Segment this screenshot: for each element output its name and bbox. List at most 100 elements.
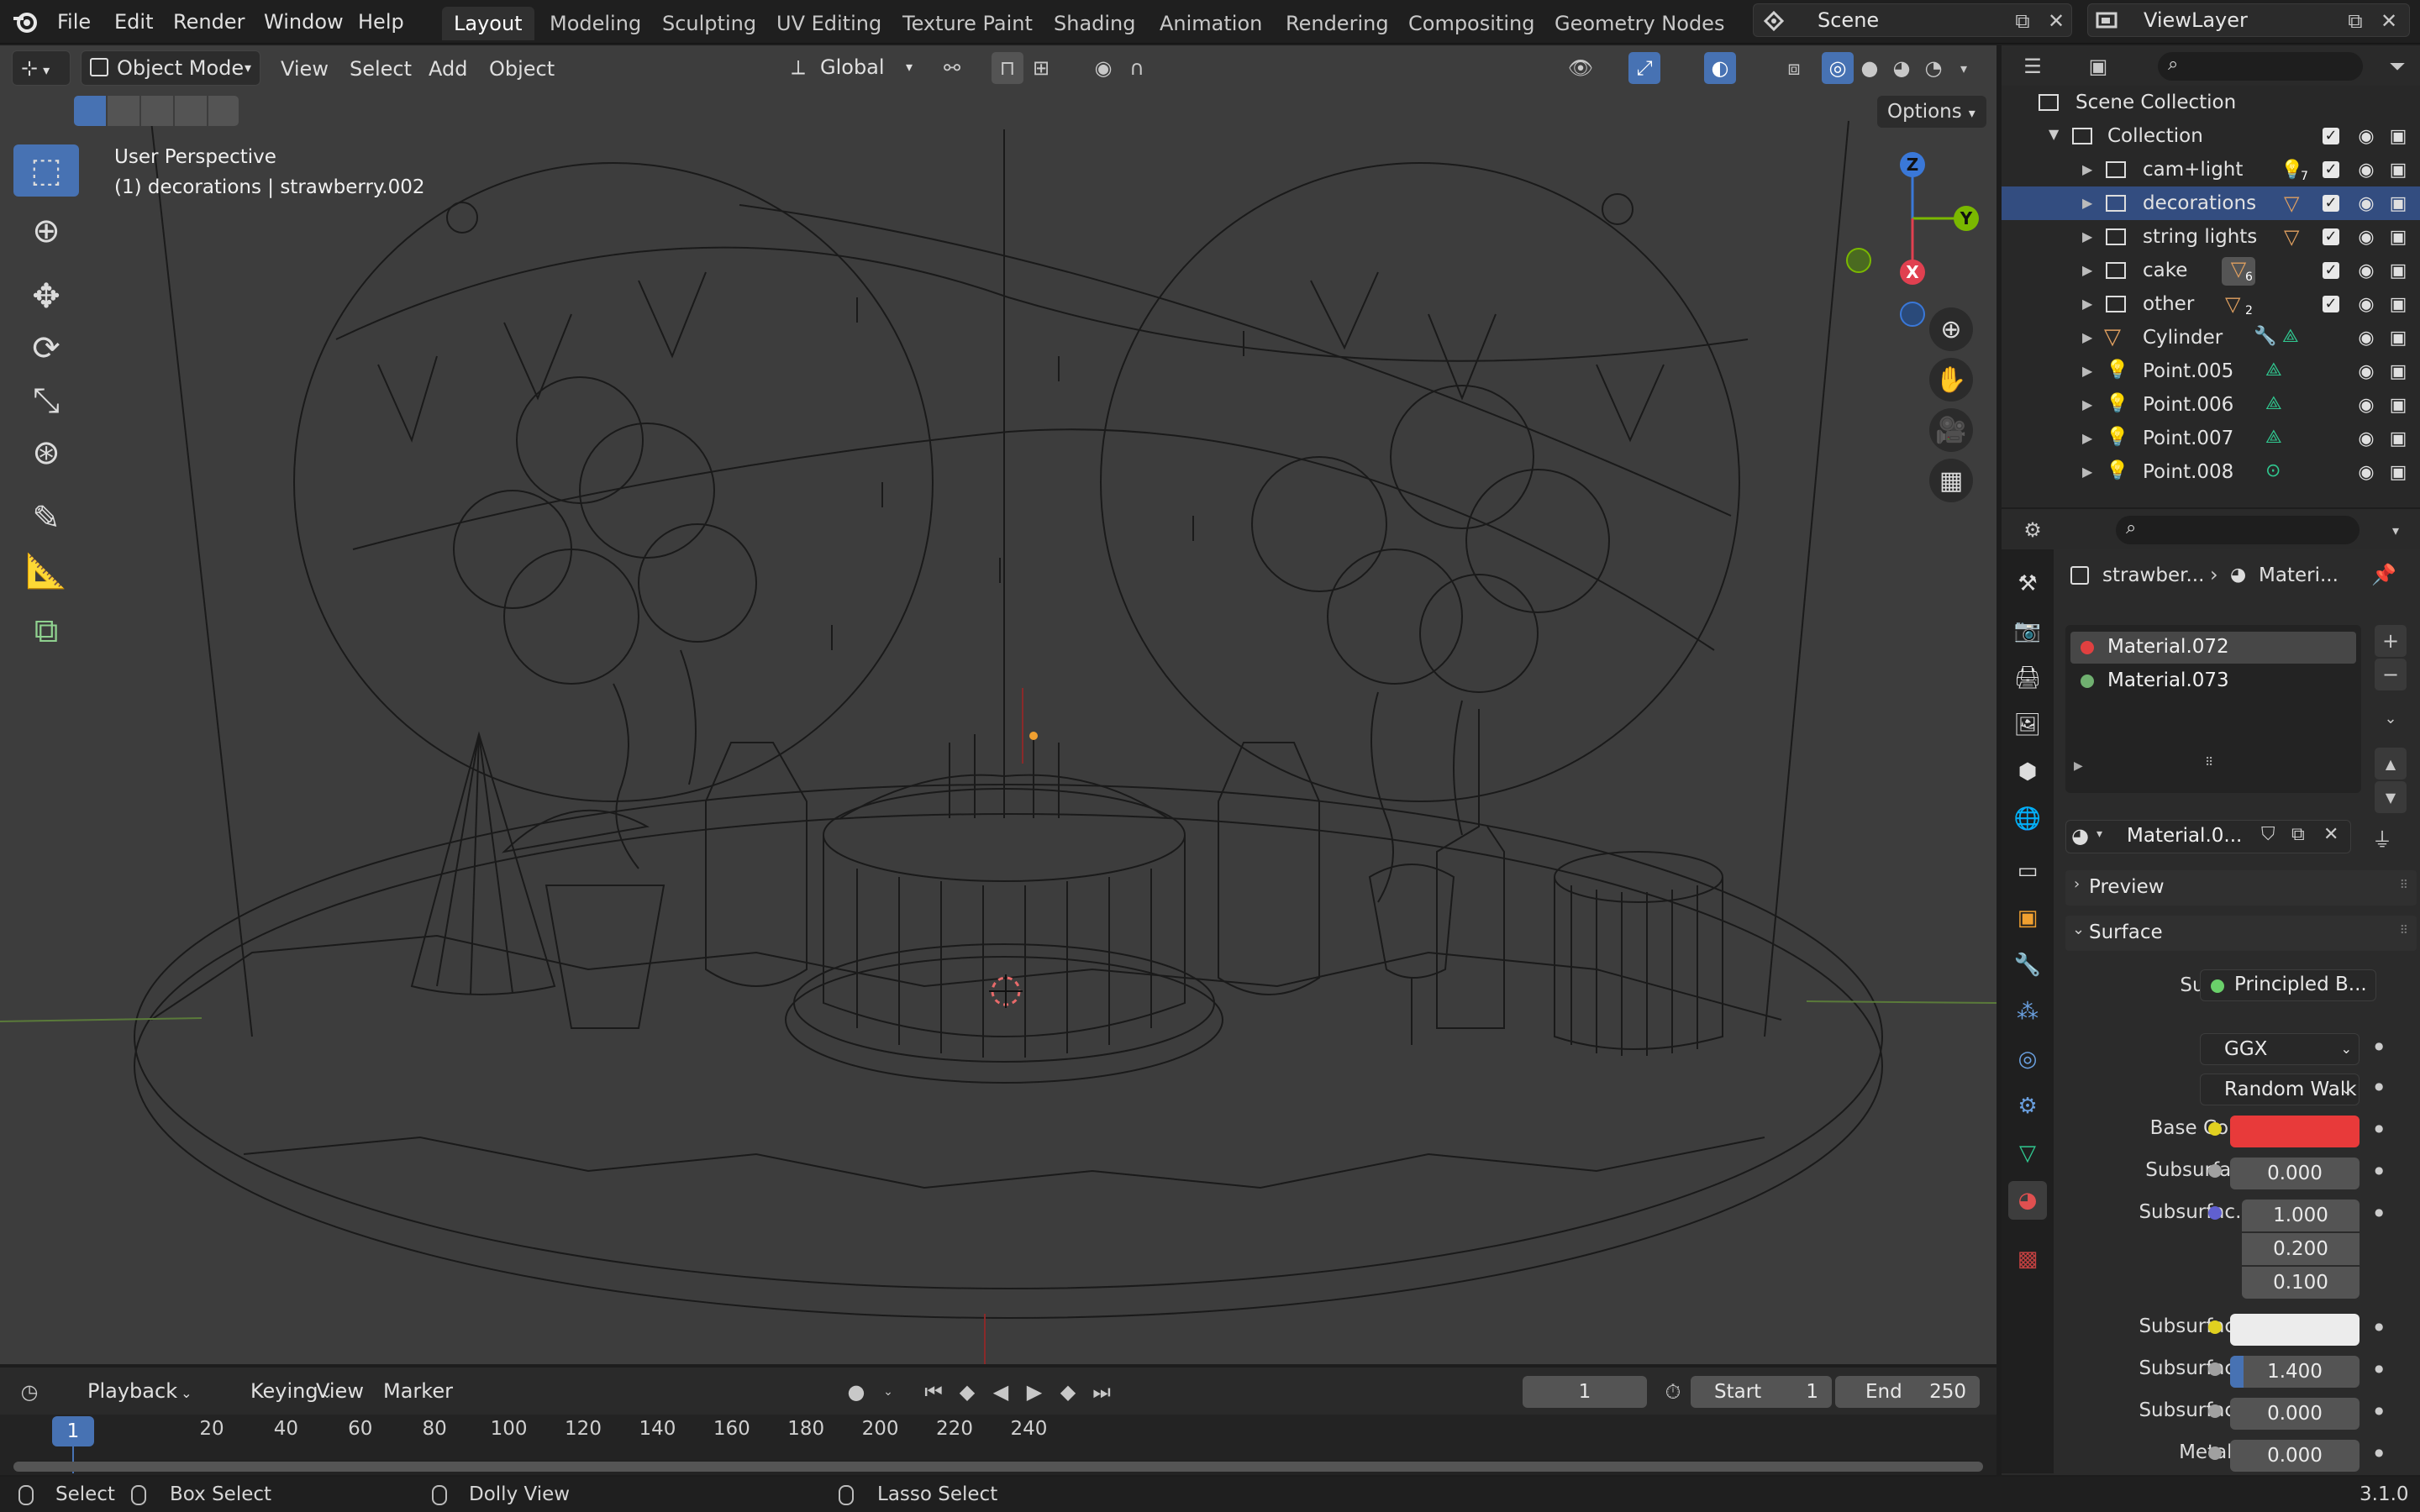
- drag-handle-icon[interactable]: ⠿: [2400, 924, 2408, 937]
- socket-icon[interactable]: [2208, 1362, 2222, 1376]
- menu-object[interactable]: Object: [482, 52, 561, 86]
- eye-icon[interactable]: ◉: [2354, 259, 2378, 282]
- select-new-icon[interactable]: [74, 96, 106, 126]
- socket-icon[interactable]: [2208, 1320, 2222, 1334]
- eye-icon[interactable]: ◉: [2354, 292, 2378, 316]
- eye-icon[interactable]: ◉: [2354, 192, 2378, 215]
- record-keyframe-icon[interactable]: ●: [840, 1376, 872, 1408]
- render-tab-icon[interactable]: 📷: [2008, 612, 2047, 650]
- overlay-toggle-icon[interactable]: ◐: [1704, 52, 1736, 84]
- socket-icon[interactable]: [2208, 1206, 2222, 1220]
- select-subtract-icon[interactable]: [141, 96, 173, 126]
- perspective-grid-icon[interactable]: ▦: [1929, 459, 1973, 502]
- camera-render-icon[interactable]: ▣: [2386, 427, 2410, 450]
- visibility-eye-icon[interactable]: 👁: [1565, 52, 1597, 84]
- camera-render-icon[interactable]: ▣: [2386, 326, 2410, 349]
- filter-icon[interactable]: ⏷: [2381, 50, 2413, 82]
- zoom-icon[interactable]: ⊕: [1929, 307, 1973, 351]
- timeline-scrollbar[interactable]: [13, 1462, 1983, 1472]
- particles-tab-icon[interactable]: ⁂: [2008, 993, 2047, 1032]
- tab-layout[interactable]: Layout: [442, 7, 534, 40]
- keyframe-dot-icon[interactable]: ●: [2375, 1080, 2383, 1092]
- properties-editor-icon[interactable]: ⚙: [2017, 514, 2049, 546]
- outliner-scene-collection[interactable]: Scene Collection: [2002, 86, 2420, 119]
- menu-marker[interactable]: Marker: [376, 1374, 460, 1408]
- output-tab-icon[interactable]: 🖨: [2008, 659, 2047, 697]
- outliner-editor-icon[interactable]: ☰: [2017, 50, 2049, 82]
- menu-view[interactable]: View: [309, 1374, 371, 1408]
- keyframe-dot-icon[interactable]: ●: [2375, 1320, 2383, 1332]
- camera-render-icon[interactable]: ▣: [2386, 158, 2410, 181]
- move-slot-up-icon[interactable]: ▲: [2375, 748, 2407, 780]
- eye-icon[interactable]: ◉: [2354, 460, 2378, 484]
- xray-toggle-icon[interactable]: ⧈: [1778, 52, 1810, 84]
- menu-file[interactable]: File: [52, 7, 96, 37]
- solid-shading-icon[interactable]: ●: [1854, 52, 1886, 84]
- pin-icon[interactable]: 📌: [2371, 563, 2396, 586]
- constraints-tab-icon[interactable]: ⚙: [2008, 1087, 2047, 1126]
- world-tab-icon[interactable]: 🌐: [2008, 800, 2047, 838]
- pivot-point-icon[interactable]: ⚯: [936, 52, 968, 84]
- data-tab-icon[interactable]: ▽: [2008, 1134, 2047, 1173]
- material-tab-icon[interactable]: ◕: [2008, 1181, 2047, 1220]
- tab-modeling[interactable]: Modeling: [538, 7, 653, 40]
- surface-shader-field[interactable]: Principled B...: [2200, 969, 2376, 1001]
- keyframe-dot-icon[interactable]: ●: [2375, 1446, 2383, 1458]
- unlink-close-icon[interactable]: ✕: [2323, 824, 2338, 845]
- base-color-swatch[interactable]: [2230, 1116, 2360, 1147]
- falloff-curve-icon[interactable]: ∩: [1121, 52, 1153, 84]
- camera-render-icon[interactable]: ▣: [2386, 192, 2410, 215]
- eye-icon[interactable]: ◉: [2354, 393, 2378, 417]
- socket-icon[interactable]: [2208, 1122, 2222, 1136]
- object-tab-icon[interactable]: ▣: [2008, 899, 2047, 937]
- current-frame-field[interactable]: 1: [1523, 1376, 1647, 1408]
- material-slot-item[interactable]: Material.073: [2070, 665, 2356, 697]
- eye-icon[interactable]: ◉: [2354, 427, 2378, 450]
- remove-slot-icon[interactable]: −: [2375, 659, 2407, 690]
- material-slot-item[interactable]: Material.072: [2070, 632, 2356, 664]
- chevron-down-icon[interactable]: ⌄: [872, 1376, 904, 1408]
- scene-tab-icon[interactable]: ⬢: [2008, 753, 2047, 791]
- eye-icon[interactable]: ◉: [2354, 225, 2378, 249]
- expand-right-icon[interactable]: ▶: [2074, 759, 2083, 773]
- expand-right-icon[interactable]: ▶: [2082, 228, 2092, 244]
- outliner-item[interactable]: ▶ string lights ▽ ✓ ◉ ▣: [2002, 220, 2420, 254]
- proportional-editing-icon[interactable]: ◉: [1087, 52, 1119, 84]
- keyframe-dot-icon[interactable]: ●: [2375, 1404, 2383, 1416]
- distribution-dropdown[interactable]: GGX ⌄: [2200, 1033, 2360, 1065]
- subsurface-ior-field[interactable]: 1.400: [2230, 1356, 2360, 1388]
- blender-logo-icon[interactable]: [12, 8, 39, 35]
- transform-tool-icon[interactable]: ⊛: [13, 427, 79, 479]
- socket-icon[interactable]: [2208, 1164, 2222, 1178]
- radius-x-field[interactable]: 1.000: [2242, 1200, 2360, 1231]
- tab-sculpting[interactable]: Sculpting: [650, 7, 768, 40]
- expand-right-icon[interactable]: ▶: [2082, 296, 2092, 312]
- keyframe-dot-icon[interactable]: ●: [2375, 1206, 2383, 1218]
- camera-render-icon[interactable]: ▣: [2386, 393, 2410, 417]
- start-frame-field[interactable]: Start 1: [1691, 1376, 1832, 1408]
- transform-orientation-dropdown[interactable]: ⟂ Global ▾: [786, 50, 921, 86]
- outliner-item[interactable]: ▶ other ▽ 2 ✓ ◉ ▣: [2002, 287, 2420, 321]
- view-layer-tab-icon[interactable]: 🖼: [2008, 706, 2047, 744]
- outliner-item[interactable]: ▶ 💡 Point.008 ⊙ ◉ ▣: [2002, 455, 2420, 489]
- chevron-down-icon[interactable]: ▾: [2380, 514, 2412, 546]
- expand-right-icon[interactable]: ▶: [2082, 161, 2092, 177]
- resize-handle-icon[interactable]: ⠿: [2205, 756, 2213, 769]
- outliner-item[interactable]: ▶ decorations ▽ ✓ ◉ ▣: [2002, 186, 2420, 220]
- menu-select[interactable]: Select: [343, 52, 418, 86]
- outliner-search-input[interactable]: ⌕: [2158, 52, 2363, 81]
- exclude-checkbox[interactable]: ✓: [2319, 158, 2343, 181]
- subsurface-anisotropy-field[interactable]: 0.000: [2230, 1398, 2360, 1430]
- material-shading-icon[interactable]: ◕: [1886, 52, 1918, 84]
- move-tool-icon[interactable]: ✥: [13, 270, 79, 323]
- eye-icon[interactable]: ◉: [2354, 158, 2378, 181]
- exclude-checkbox[interactable]: ✓: [2319, 192, 2343, 215]
- camera-render-icon[interactable]: ▣: [2386, 259, 2410, 282]
- fake-user-shield-icon[interactable]: ⛉: [2261, 824, 2275, 845]
- playhead-frame[interactable]: 1: [52, 1416, 94, 1446]
- stopwatch-icon[interactable]: ⏱: [1657, 1376, 1689, 1408]
- add-slot-icon[interactable]: +: [2375, 625, 2407, 657]
- socket-icon[interactable]: [2208, 1446, 2222, 1460]
- pan-hand-icon[interactable]: ✋: [1929, 358, 1973, 402]
- timeline-editor-icon[interactable]: ◷: [13, 1376, 45, 1408]
